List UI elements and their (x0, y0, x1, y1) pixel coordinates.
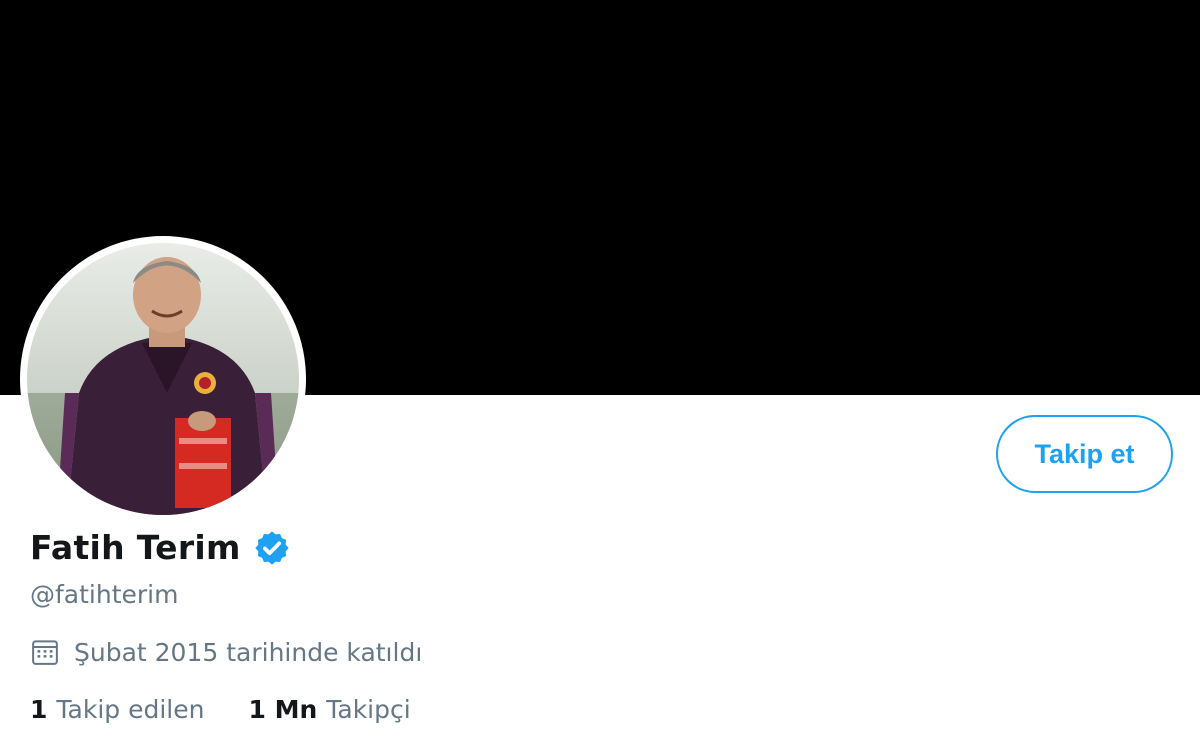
profile-stats: 1 Takip edilen 1 Mn Takipçi (30, 695, 455, 724)
profile-joined-date: Şubat 2015 tarihinde katıldı (74, 637, 423, 667)
following-count: 1 (30, 695, 48, 724)
verified-badge-icon (255, 530, 289, 565)
calendar-icon (32, 640, 58, 665)
followers-label: Takipçi (326, 695, 411, 724)
profile-joined-row: Şubat 2015 tarihinde katıldı (30, 637, 422, 667)
following-stat[interactable]: 1 Takip edilen (30, 695, 204, 724)
profile-display-name: Fatih Terim (30, 528, 241, 567)
profile-handle: @fatihterim (30, 580, 179, 609)
followers-count: 1 Mn (248, 695, 318, 724)
avatar-photo (27, 243, 299, 515)
profile-avatar[interactable] (20, 236, 306, 522)
following-label: Takip edilen (56, 695, 205, 724)
profile-name-row: Fatih Terim (30, 528, 291, 567)
follow-button[interactable]: Takip et (996, 415, 1173, 493)
followers-stat[interactable]: 1 Mn Takipçi (248, 695, 410, 724)
